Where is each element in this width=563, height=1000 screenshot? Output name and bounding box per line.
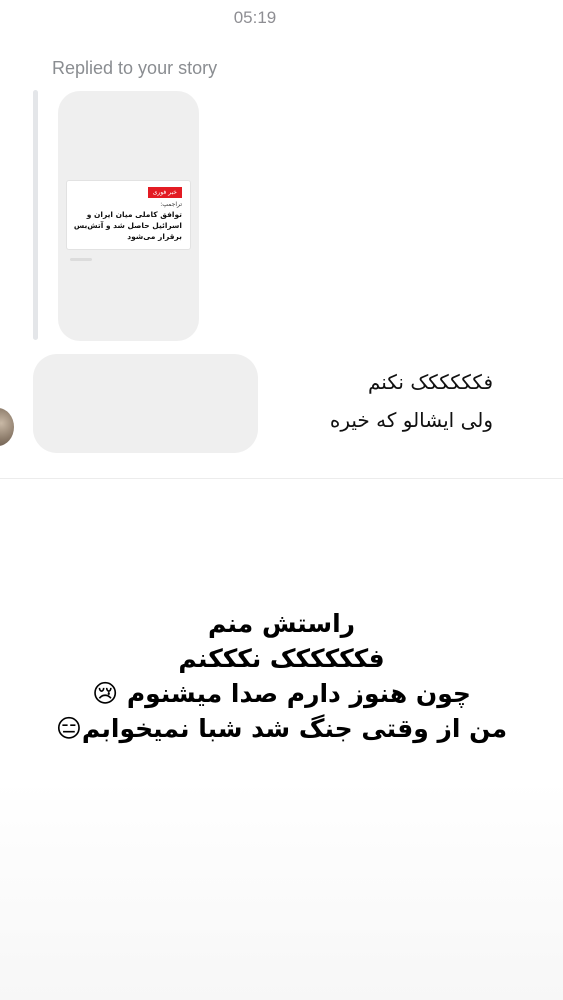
news-headline: توافق کاملی میان ایران و اسرائیل حاصل شد… [73,210,182,241]
message-line: ولی ایشالو که خیره [329,408,493,432]
sender-avatar[interactable] [0,408,14,446]
replied-to-story-label: Replied to your story [52,58,218,78]
caption-area-fade [0,780,563,1000]
caption-line: من از وقتی جنگ شد شبا نمیخوابم😑 [55,714,508,743]
news-card: خبر فوری تراجمپ: توافق کاملی میان ایران … [66,180,191,250]
caption-line: چون هنوز دارم صدا میشنوم 😢 [92,679,471,708]
story-thumbnail[interactable]: خبر فوری تراجمپ: توافق کاملی میان ایران … [58,91,199,341]
news-subtitle: تراجمپ: [160,201,182,208]
caption-line: فکککککک نکککنم [178,644,385,673]
breaking-news-badge: خبر فوری [147,187,182,198]
message-line: فکککککک نکنم [368,370,493,394]
reply-indicator-bar [33,90,38,340]
message-bubble[interactable] [33,354,258,453]
news-footer-mark [70,258,92,261]
message-timestamp: 05:19 [233,8,277,27]
overlay-caption: راستش منم فکککککک نکککنم چون هنوز دارم ص… [0,606,563,746]
caption-line: راستش منم [207,609,356,638]
